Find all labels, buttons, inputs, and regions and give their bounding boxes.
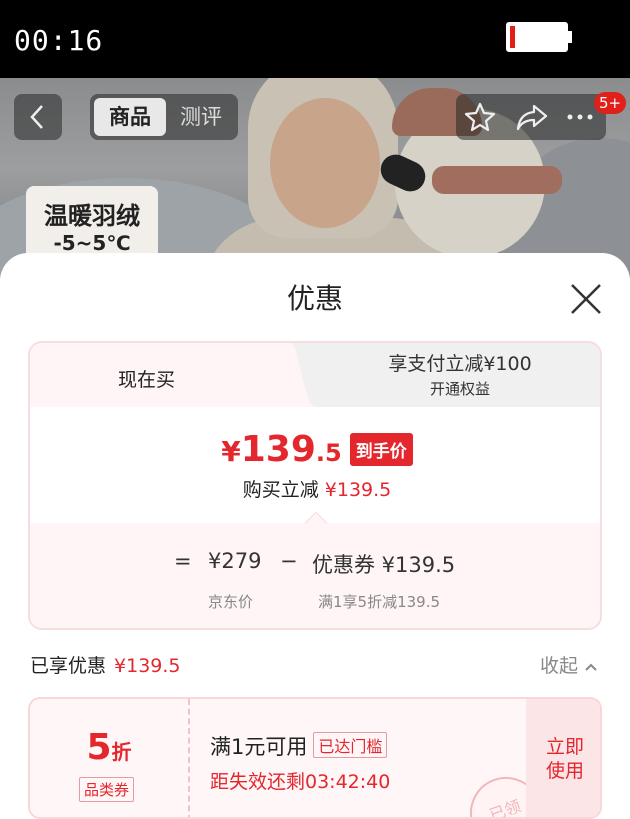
message-badge: 5+	[594, 92, 627, 114]
reduce-value: ¥139.5	[324, 479, 392, 501]
final-price-tag: 到手价	[349, 433, 413, 466]
plush-scarf	[432, 166, 562, 194]
use-now-label: 立即 使用	[545, 736, 584, 782]
share-icon[interactable]	[516, 102, 548, 132]
tab-buy-now-label: 现在买	[118, 369, 176, 391]
coupon-card: 5折 品类券 满1元可用 已达门槛 距失效还剩03:42:40 已领 立即 使用	[28, 697, 602, 819]
enjoyed-label: 已享优惠	[30, 655, 107, 677]
reduce-label: 购买立减	[242, 479, 319, 501]
chevron-up-icon	[585, 663, 597, 671]
coupon-discount: 5折	[86, 727, 132, 768]
coupon-expiry: 距失效还剩03:42:40	[210, 771, 391, 793]
coupon-amount: 优惠券 ¥139.5	[312, 553, 456, 577]
promo-line1: 温暖羽绒	[44, 202, 140, 230]
threshold-met-badge: 已达门槛	[313, 732, 388, 758]
status-time: 00:16	[14, 24, 104, 57]
tab-pay-discount[interactable]: 享支付立减¥100 开通权益	[320, 349, 600, 399]
promo-line2: -5~5℃	[53, 231, 131, 255]
tab-goods[interactable]: 商品	[94, 98, 166, 136]
coupon-condition: 满1元可用	[210, 735, 308, 759]
jd-price: ¥279	[208, 549, 262, 573]
close-icon[interactable]	[566, 279, 606, 319]
jd-price-label: 京东价	[208, 593, 254, 611]
reduce-row: 购买立减 ¥139.5	[30, 475, 600, 502]
battery-level	[510, 26, 515, 48]
price-card: 现在买 享支付立减¥100 开通权益 ¥139.5 到手价 购买立减 ¥139.5 …	[28, 341, 602, 630]
equals-sign: =	[174, 549, 192, 573]
tab-buy-now[interactable]: 现在买	[30, 343, 288, 407]
discount-sheet: 优惠 现在买 享支付立减¥100 开通权益 ¥139.5 到手价 购买立减 ¥139…	[0, 253, 630, 819]
battery-tip	[568, 31, 572, 43]
collapse-label: 收起	[540, 655, 579, 677]
price-breakdown: = ¥279 − 优惠券 ¥139.5 京东价 满1享5折减139.5	[30, 523, 600, 628]
battery-icon	[506, 22, 568, 52]
header-tabs: 商品 测评	[90, 94, 238, 140]
child-face	[270, 98, 380, 228]
enjoyed-discount: 已享优惠 ¥139.5	[30, 651, 181, 678]
final-price: ¥139.5	[221, 429, 342, 470]
chevron-left-icon	[30, 105, 43, 129]
coupon-info: 满1元可用 已达门槛 距失效还剩03:42:40	[210, 731, 390, 794]
status-bar: 00:16	[0, 0, 630, 78]
minus-sign: −	[280, 549, 298, 573]
use-now-button[interactable]: 立即 使用	[526, 699, 600, 817]
tab-curve	[256, 343, 316, 407]
coupon-divider	[188, 699, 190, 817]
tab-pay-title: 享支付立减¥100	[388, 353, 532, 375]
collapse-button[interactable]: 收起	[540, 651, 598, 678]
coupon-desc: 满1享5折减139.5	[318, 593, 441, 611]
more-icon[interactable]	[564, 102, 596, 132]
enjoyed-value: ¥139.5	[114, 655, 181, 677]
tab-review[interactable]: 测评	[168, 98, 234, 136]
back-button[interactable]	[14, 94, 62, 140]
coupon-value: 5折 品类券	[30, 699, 188, 817]
price-tabs: 现在买 享支付立减¥100 开通权益	[30, 343, 600, 407]
coupon-category: 品类券	[79, 777, 135, 802]
header-actions	[456, 94, 606, 140]
tab-pay-subtitle: 开通权益	[429, 380, 490, 398]
final-price-row: ¥139.5 到手价	[30, 429, 600, 470]
star-icon[interactable]	[464, 102, 496, 132]
price-formula: = ¥279 − 优惠券 ¥139.5 京东价 满1享5折减139.5	[30, 549, 600, 611]
coupon-condition-row: 满1元可用 已达门槛	[210, 731, 390, 761]
promo-tag: 温暖羽绒 -5~5℃	[26, 186, 158, 260]
sheet-title: 优惠	[286, 282, 343, 315]
